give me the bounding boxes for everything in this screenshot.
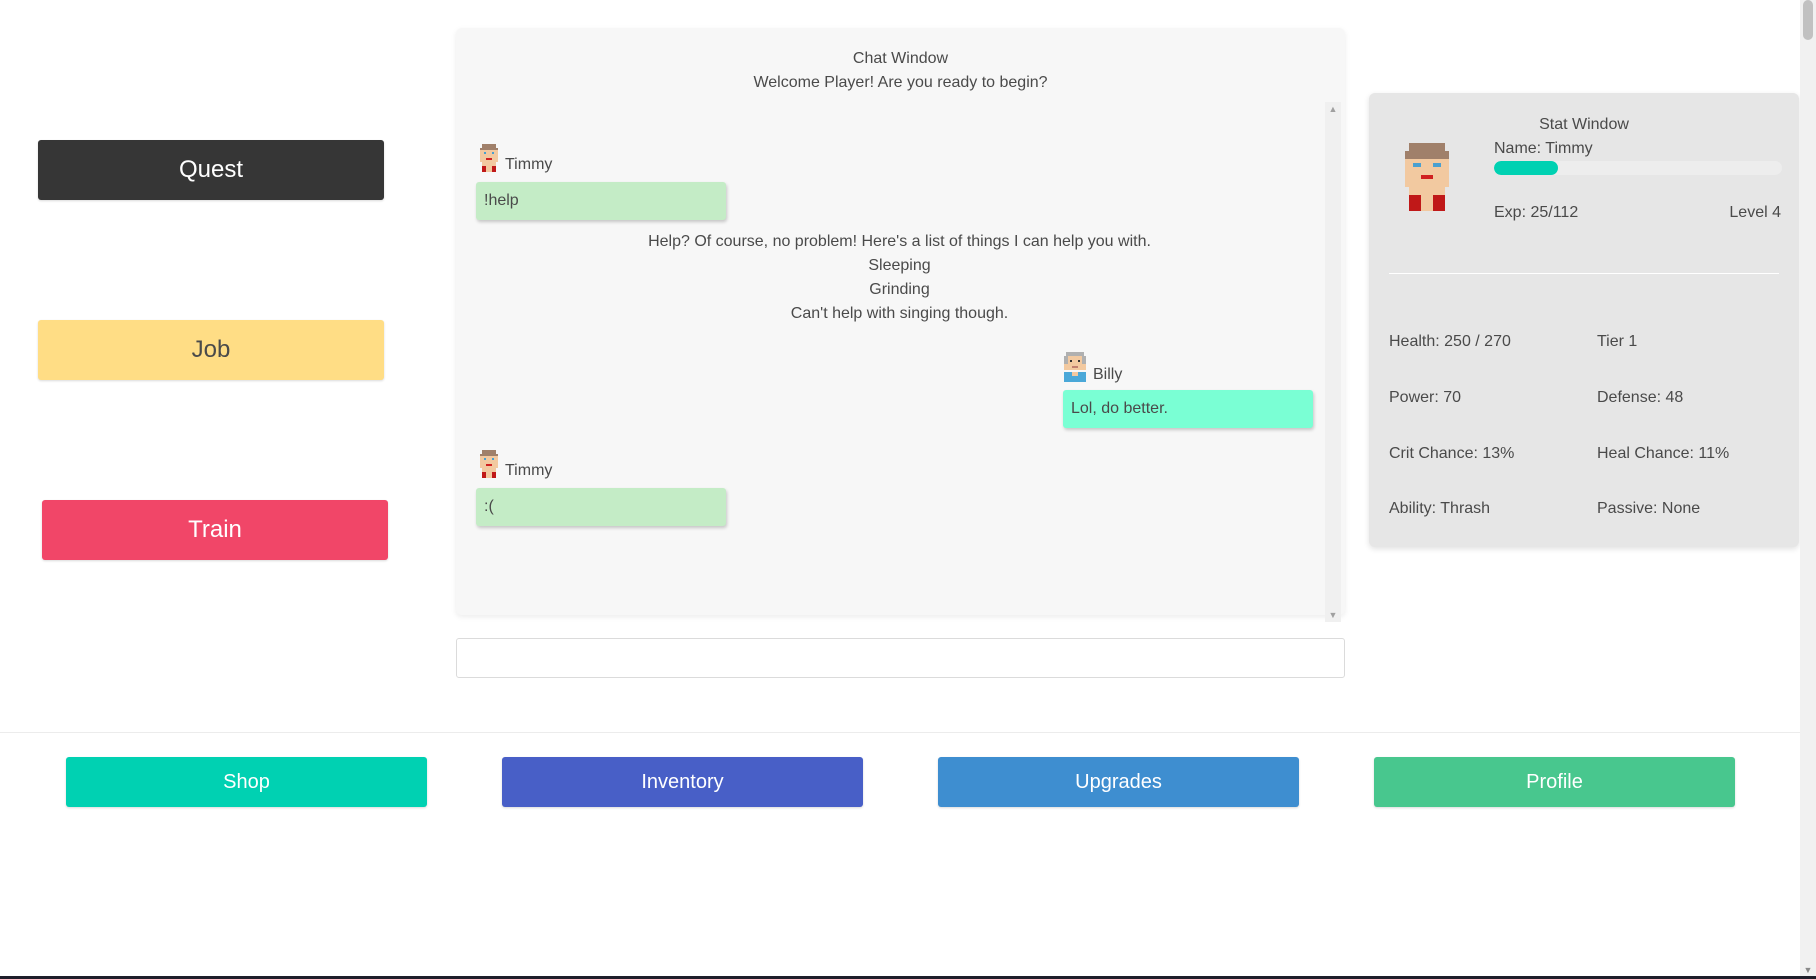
bot-message-line: Can't help with singing though. bbox=[790, 305, 1009, 322]
bot-message-line: Grinding bbox=[869, 281, 930, 298]
chat-bubble: !help bbox=[476, 182, 726, 220]
chat-username: Timmy bbox=[505, 156, 553, 173]
heal-chance-stat: Heal Chance: 11% bbox=[1597, 445, 1730, 462]
chat-username: Timmy bbox=[505, 462, 553, 479]
chat-message-user: Billy bbox=[1060, 350, 1122, 384]
chat-input[interactable] bbox=[456, 638, 1345, 678]
chat-window: Chat Window Welcome Player! Are you read… bbox=[456, 28, 1345, 622]
page-scroll-down-arrow-icon[interactable]: ▼ bbox=[1800, 965, 1816, 975]
chat-messages[interactable]: ▲ ▼ Timmy !help Help? Of course, no prob… bbox=[476, 72, 1341, 622]
health-stat: Health: 250 / 270 bbox=[1389, 333, 1511, 350]
exp-progress-bar bbox=[1494, 161, 1782, 175]
chat-message-user: Timmy bbox=[476, 448, 552, 480]
train-button[interactable]: Train bbox=[42, 500, 388, 560]
bot-message-line: Sleeping bbox=[868, 257, 931, 274]
profile-button[interactable]: Profile bbox=[1374, 757, 1735, 807]
chat-username: Billy bbox=[1093, 366, 1123, 383]
passive-stat: Passive: None bbox=[1597, 500, 1701, 517]
billy-avatar-icon bbox=[1064, 352, 1086, 382]
exp-progress-fill bbox=[1494, 161, 1559, 175]
inventory-button[interactable]: Inventory bbox=[502, 757, 863, 807]
quest-button[interactable]: Quest bbox=[38, 140, 384, 200]
player-avatar-icon bbox=[1405, 143, 1449, 211]
chat-title: Chat Window bbox=[852, 50, 949, 67]
crit-chance-stat: Crit Chance: 13% bbox=[1389, 445, 1515, 462]
shop-button[interactable]: Shop bbox=[66, 757, 427, 807]
page-scrollbar-thumb[interactable] bbox=[1803, 0, 1813, 40]
exp-value: Exp: 25/112 bbox=[1494, 204, 1579, 221]
bot-message-line: Help? Of course, no problem! Here's a li… bbox=[648, 233, 1151, 250]
scroll-up-arrow-icon[interactable]: ▲ bbox=[1325, 102, 1341, 116]
bottom-divider bbox=[0, 732, 1800, 733]
chat-bubble: :( bbox=[476, 488, 726, 526]
stat-window-title: Stat Window bbox=[1539, 116, 1629, 133]
timmy-avatar-icon bbox=[480, 144, 498, 172]
stat-divider bbox=[1389, 273, 1779, 274]
scroll-down-arrow-icon[interactable]: ▼ bbox=[1325, 608, 1341, 622]
stat-window: Stat Window Name: Timmy Exp: 25/112 Leve… bbox=[1369, 93, 1799, 547]
defense-stat: Defense: 48 bbox=[1597, 389, 1684, 406]
ability-stat: Ability: Thrash bbox=[1389, 500, 1491, 517]
level-value: Level 4 bbox=[1729, 204, 1781, 221]
timmy-avatar-icon bbox=[480, 450, 498, 478]
tier-stat: Tier 1 bbox=[1597, 333, 1638, 350]
page-scrollbar[interactable]: ▼ bbox=[1800, 0, 1816, 979]
chat-scrollbar[interactable]: ▲ ▼ bbox=[1325, 102, 1341, 622]
chat-message-user: Timmy bbox=[476, 142, 552, 174]
job-button[interactable]: Job bbox=[38, 320, 384, 380]
power-stat: Power: 70 bbox=[1389, 389, 1462, 406]
player-name: Name: Timmy bbox=[1494, 140, 1593, 157]
upgrades-button[interactable]: Upgrades bbox=[938, 757, 1299, 807]
chat-bubble: Lol, do better. bbox=[1063, 390, 1313, 428]
